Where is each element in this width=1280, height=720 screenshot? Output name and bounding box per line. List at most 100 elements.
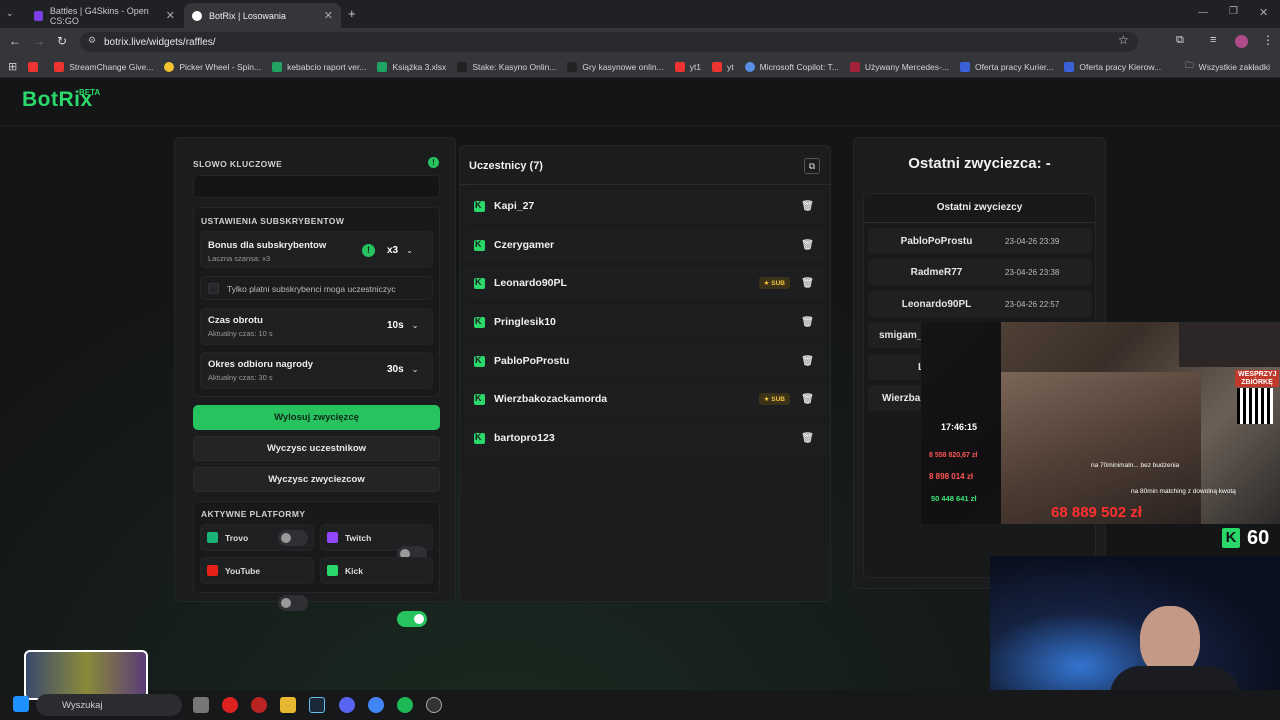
claim-time-select[interactable]: 30s ⌄ [387, 364, 418, 375]
bookmark-label: Oferta pracy Kurier... [974, 61, 1054, 72]
opera-icon[interactable] [222, 697, 238, 713]
bookmark[interactable]: yt1 [674, 61, 701, 72]
kick-icon [474, 393, 485, 405]
bookmark[interactable]: Picker Wheel - Spin... [164, 61, 261, 72]
copy-icon[interactable]: ⧉ [804, 158, 820, 174]
site-info-icon[interactable]: ⚙ [88, 35, 96, 46]
bookmark-star-icon[interactable]: ☆ [1118, 33, 1129, 47]
chrome-icon[interactable] [368, 697, 384, 713]
keyword-input[interactable] [193, 175, 440, 198]
participant-row: Kapi_27 🗑 [464, 190, 826, 222]
task-view-icon[interactable] [193, 697, 209, 713]
maximize-icon[interactable]: ❐ [1229, 6, 1238, 17]
winner-name: Leonardo90PL [901, 298, 972, 310]
winner-row: PabloPoProstu 23-04-26 23:39 [868, 228, 1092, 254]
trash-icon[interactable]: 🗑 [801, 317, 814, 328]
trash-icon[interactable]: 🗑 [801, 201, 814, 212]
apps-icon[interactable]: ⊞ [8, 60, 17, 73]
menu-icon[interactable]: ⋮ [1262, 33, 1274, 47]
media-icon[interactable]: ≡ [1210, 34, 1216, 46]
windows-start-icon[interactable] [13, 696, 29, 712]
discord-icon[interactable] [339, 697, 355, 713]
bookmark-youtube[interactable] [28, 61, 43, 72]
trash-icon[interactable]: 🗑 [801, 356, 814, 367]
new-tab-icon[interactable]: + [348, 6, 356, 21]
bonus-subtitle: Laczna szansa: x3 [208, 254, 271, 263]
opera-gx-icon[interactable] [251, 697, 267, 713]
folder-icon: 🗀 [1185, 59, 1194, 70]
reload-icon[interactable]: ↻ [57, 34, 67, 48]
obs-icon[interactable] [426, 697, 442, 713]
ticker-line-2: na 80min matching z dowolną kwotą [1131, 488, 1236, 495]
close-tab-icon[interactable]: ✕ [324, 9, 333, 22]
trash-icon[interactable]: 🗑 [801, 394, 814, 405]
trovo-toggle[interactable] [278, 530, 308, 546]
participant-name: bartopro123 [494, 432, 555, 444]
last-winner-title: Ostatni zwyciezca: - [908, 155, 1051, 172]
steam-icon[interactable] [309, 697, 325, 713]
kick-icon [474, 277, 485, 289]
bookmark[interactable]: Microsoft Copilot: T... [744, 61, 839, 72]
forward-icon[interactable]: → [33, 34, 45, 48]
youtube-icon [54, 61, 65, 72]
clear-participants-button[interactable]: Wyczysc uczestnikow [193, 436, 440, 461]
all-bookmarks[interactable]: 🗀 Wszystkie zakładki [1185, 60, 1270, 74]
paid-only-label: Tylko platni subskrybenci moga uczestnic… [227, 284, 396, 294]
pracuj-icon [959, 61, 970, 72]
participant-name: PabloPoProstu [494, 355, 570, 367]
sub-badge: ★ SUB [758, 393, 790, 405]
copilot-icon [744, 61, 755, 72]
bookmark[interactable]: Książka 3.xlsx [377, 61, 446, 72]
extensions-icon[interactable]: ⧉ [1176, 34, 1184, 47]
bookmark[interactable]: StreamChange Give... [54, 61, 153, 72]
stream-amount-3: 50 448 641 zł [927, 492, 981, 505]
kick-icon [474, 316, 485, 328]
kick-toggle[interactable] [397, 611, 427, 627]
file-explorer-icon[interactable] [280, 697, 296, 713]
wheel-icon [164, 61, 175, 72]
clear-winners-button[interactable]: Wyczysc zwyciezcow [193, 467, 440, 492]
bookmark[interactable]: Używany Mercedes-... [849, 61, 949, 72]
info-icon[interactable]: ! [362, 244, 375, 257]
bookmark[interactable]: Oferta pracy Kierow... [1064, 61, 1161, 72]
kick-icon [474, 432, 485, 444]
trash-icon[interactable]: 🗑 [801, 240, 814, 251]
spotify-icon[interactable] [397, 697, 413, 713]
chevron-down-icon: ⌄ [411, 321, 419, 330]
bookmark[interactable]: kebabcio raport ver... [272, 61, 366, 72]
profile-avatar[interactable] [1235, 35, 1248, 48]
youtube-toggle[interactable] [278, 595, 308, 611]
close-tab-icon[interactable]: ✕ [166, 9, 175, 22]
spin-time-select[interactable]: 10s ⌄ [387, 320, 418, 331]
trash-icon[interactable]: 🗑 [801, 278, 814, 289]
taskbar-search[interactable]: Wyszukaj [36, 694, 182, 716]
minimize-icon[interactable]: — [1198, 7, 1208, 18]
case-preview-thumbnail[interactable] [24, 650, 148, 700]
paid-only-checkbox[interactable] [208, 283, 219, 294]
bookmark[interactable]: yt [712, 61, 734, 72]
winner-name: Wierzba [882, 392, 921, 404]
bookmark[interactable]: Stake: Kasyno Onlin... [457, 61, 556, 72]
bookmark-label: Gry kasynowe onlin... [582, 61, 664, 72]
trash-icon[interactable]: 🗑 [801, 433, 814, 444]
tab-botrix[interactable]: BotRix | Losowania ✕ [184, 3, 341, 28]
keyword-label: SLOWO KLUCZOWE [193, 159, 283, 169]
draw-winner-button[interactable]: Wylosuj zwycięzcę [193, 405, 440, 430]
youtube-icon [207, 565, 218, 576]
chevron-down-icon: ⌄ [411, 365, 419, 374]
bonus-title: Bonus dla subskrybentow [208, 240, 327, 251]
participant-name: Wierzbakozackamorda [494, 393, 608, 405]
kick-icon [474, 239, 485, 251]
bookmark-label: Używany Mercedes-... [864, 61, 949, 72]
claim-time-subtitle: Aktualny czas: 30 s [208, 373, 273, 382]
bookmark[interactable]: Oferta pracy Kurier... [959, 61, 1054, 72]
bonus-select[interactable]: x3 ⌄ [387, 245, 413, 256]
stream-clock: 17:46:15 [941, 422, 978, 432]
tab-g4skins[interactable]: Battles | G4Skins - Open CS:GO ✕ [26, 3, 183, 28]
info-icon[interactable]: ! [428, 157, 439, 168]
address-bar[interactable]: botrix.live/widgets/raffles/ [80, 32, 1138, 52]
close-window-icon[interactable]: ✕ [1259, 6, 1268, 19]
back-icon[interactable]: ← [9, 34, 21, 48]
tab-list-icon[interactable]: ⌄ [6, 8, 14, 19]
bookmark[interactable]: Gry kasynowe onlin... [567, 61, 664, 72]
